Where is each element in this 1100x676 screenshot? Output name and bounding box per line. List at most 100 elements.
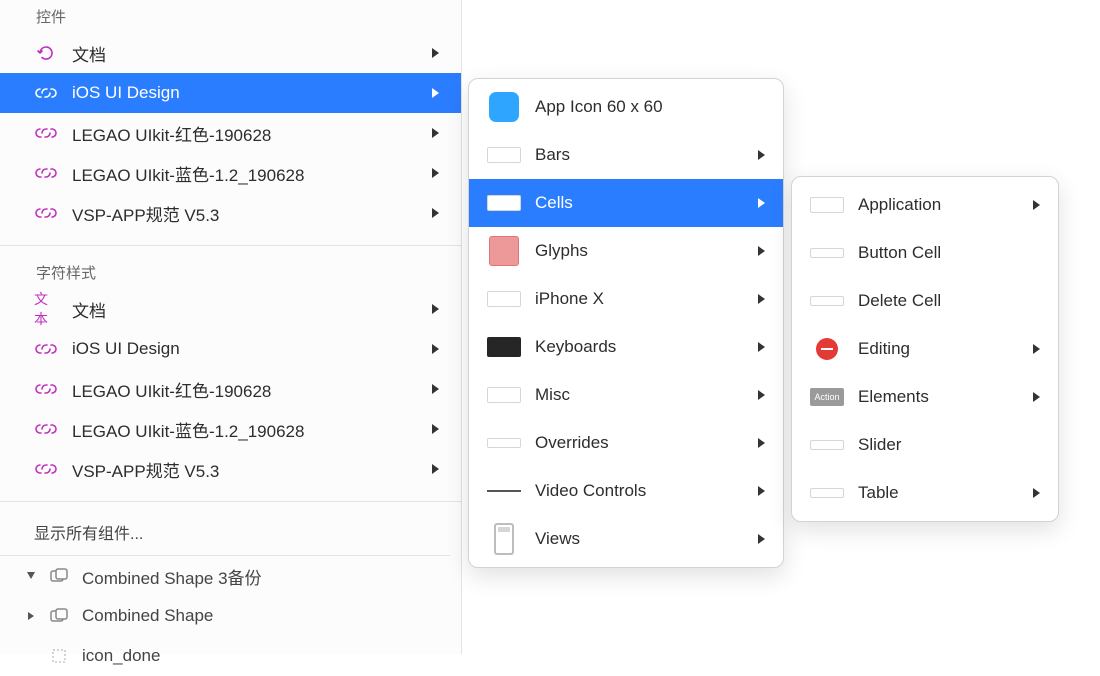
chevron-right-icon: [431, 303, 445, 315]
menu-item-elements[interactable]: Action Elements: [792, 373, 1058, 421]
chevron-right-icon: [431, 47, 445, 59]
text-style-icon: 文本: [34, 289, 58, 329]
menu-item-iphone-x[interactable]: iPhone X: [469, 275, 783, 323]
reload-icon: [34, 43, 58, 63]
menu-item-label: Slider: [858, 435, 1046, 455]
sidebar-item-legao-red[interactable]: LEGAO UIkit-红色-190628: [0, 113, 461, 153]
menu-item-label: Elements: [858, 387, 1032, 407]
layers-list: Combined Shape 3备份 Combined Shape icon_d…: [0, 555, 450, 676]
sidebar-item-label: LEGAO UIkit-蓝色-1.2_190628: [72, 161, 431, 186]
chevron-right-icon: [1032, 487, 1046, 499]
menu-item-label: Delete Cell: [858, 291, 1046, 311]
thumbnail-icon: [810, 431, 844, 459]
chevron-right-icon: [431, 127, 445, 139]
chevron-right-icon: [757, 197, 771, 209]
thumbnail-icon: [487, 333, 521, 361]
chevron-right-icon: [431, 207, 445, 219]
menu-item-label: Video Controls: [535, 481, 757, 501]
sidebar-item-label: VSP-APP规范 V5.3: [72, 201, 431, 226]
layer-row[interactable]: Combined Shape: [0, 596, 450, 636]
menu-item-label: Overrides: [535, 433, 757, 453]
menu-item-slider[interactable]: Slider: [792, 421, 1058, 469]
submenu-ios-ui-design: App Icon 60 x 60 Bars Cells Glyphs iPhon…: [468, 78, 784, 568]
menu-item-editing[interactable]: Editing: [792, 325, 1058, 373]
disclosure-triangle-icon[interactable]: [26, 611, 40, 621]
chevron-right-icon: [757, 341, 771, 353]
show-all-components-link[interactable]: 显示所有组件...: [0, 512, 461, 550]
chevron-right-icon: [1032, 199, 1046, 211]
combined-shape-icon: [48, 608, 70, 624]
thumbnail-icon: [487, 189, 521, 217]
menu-item-glyphs[interactable]: Glyphs: [469, 227, 783, 275]
sidebar-item-label: LEGAO UIkit-红色-190628: [72, 121, 431, 146]
menu-item-overrides[interactable]: Overrides: [469, 419, 783, 467]
sidebar-item-label: LEGAO UIkit-蓝色-1.2_190628: [72, 417, 431, 442]
thumbnail-icon: [810, 239, 844, 267]
menu-item-views[interactable]: Views: [469, 515, 783, 563]
chevron-right-icon: [1032, 343, 1046, 355]
sidebar-item-ios-ui-design[interactable]: iOS UI Design: [0, 73, 461, 113]
thumbnail-icon: [810, 479, 844, 507]
sidebar-item-ios-ui-design-2[interactable]: iOS UI Design: [0, 329, 461, 369]
layer-row[interactable]: icon_done: [0, 636, 450, 676]
chevron-right-icon: [431, 87, 445, 99]
menu-item-table[interactable]: Table: [792, 469, 1058, 517]
sidebar-item-label: 文档: [72, 41, 431, 66]
chevron-right-icon: [1032, 391, 1046, 403]
layer-label: Combined Shape 3备份: [82, 564, 262, 589]
section-title-controls: 控件: [0, 0, 461, 33]
section-title-text-styles: 字符样式: [0, 256, 461, 289]
menu-item-app-icon[interactable]: App Icon 60 x 60: [469, 83, 783, 131]
chevron-right-icon: [431, 423, 445, 435]
menu-item-misc[interactable]: Misc: [469, 371, 783, 419]
thumbnail-icon: [487, 477, 521, 505]
link-icon: [34, 341, 58, 357]
menu-item-label: Table: [858, 483, 1032, 503]
link-icon: [34, 205, 58, 221]
thumbnail-icon: [487, 141, 521, 169]
layer-label: icon_done: [82, 646, 160, 666]
sidebar-item-legao-blue[interactable]: LEGAO UIkit-蓝色-1.2_190628: [0, 153, 461, 193]
chevron-right-icon: [757, 245, 771, 257]
sidebar-item-document-2[interactable]: 文本 文档: [0, 289, 461, 329]
disclosure-triangle-icon[interactable]: [26, 571, 40, 581]
thumbnail-icon: [810, 191, 844, 219]
chevron-right-icon: [431, 343, 445, 355]
thumbnail-icon: [487, 429, 521, 457]
chevron-right-icon: [757, 389, 771, 401]
menu-item-label: Application: [858, 195, 1032, 215]
chevron-right-icon: [431, 167, 445, 179]
thumbnail-icon: [487, 93, 521, 121]
menu-item-cells[interactable]: Cells: [469, 179, 783, 227]
divider: [0, 245, 461, 246]
menu-item-label: Editing: [858, 339, 1032, 359]
menu-item-label: Cells: [535, 193, 757, 213]
divider: [0, 501, 461, 502]
link-icon: [34, 85, 58, 101]
sidebar-item-label: iOS UI Design: [72, 83, 431, 103]
link-icon: [34, 461, 58, 477]
menu-item-label: Button Cell: [858, 243, 1046, 263]
sidebar-item-label: iOS UI Design: [72, 339, 431, 359]
sidebar-item-document[interactable]: 文档: [0, 33, 461, 73]
menu-item-video-controls[interactable]: Video Controls: [469, 467, 783, 515]
menu-item-label: Glyphs: [535, 241, 757, 261]
link-icon: [34, 165, 58, 181]
sidebar-item-vsp-app-2[interactable]: VSP-APP规范 V5.3: [0, 449, 461, 489]
chevron-right-icon: [757, 485, 771, 497]
layer-row[interactable]: Combined Shape 3备份: [0, 556, 450, 596]
sidebar-item-label: 文档: [72, 297, 431, 322]
menu-item-label: Bars: [535, 145, 757, 165]
sidebar-item-legao-red-2[interactable]: LEGAO UIkit-红色-190628: [0, 369, 461, 409]
menu-item-keyboards[interactable]: Keyboards: [469, 323, 783, 371]
sidebar-item-vsp-app[interactable]: VSP-APP规范 V5.3: [0, 193, 461, 233]
menu-item-application[interactable]: Application: [792, 181, 1058, 229]
menu-item-bars[interactable]: Bars: [469, 131, 783, 179]
chevron-right-icon: [757, 533, 771, 545]
sidebar-item-legao-blue-2[interactable]: LEGAO UIkit-蓝色-1.2_190628: [0, 409, 461, 449]
thumbnail-icon: Action: [810, 383, 844, 411]
chevron-right-icon: [431, 463, 445, 475]
thumbnail-icon: [810, 287, 844, 315]
menu-item-delete-cell[interactable]: Delete Cell: [792, 277, 1058, 325]
menu-item-button-cell[interactable]: Button Cell: [792, 229, 1058, 277]
